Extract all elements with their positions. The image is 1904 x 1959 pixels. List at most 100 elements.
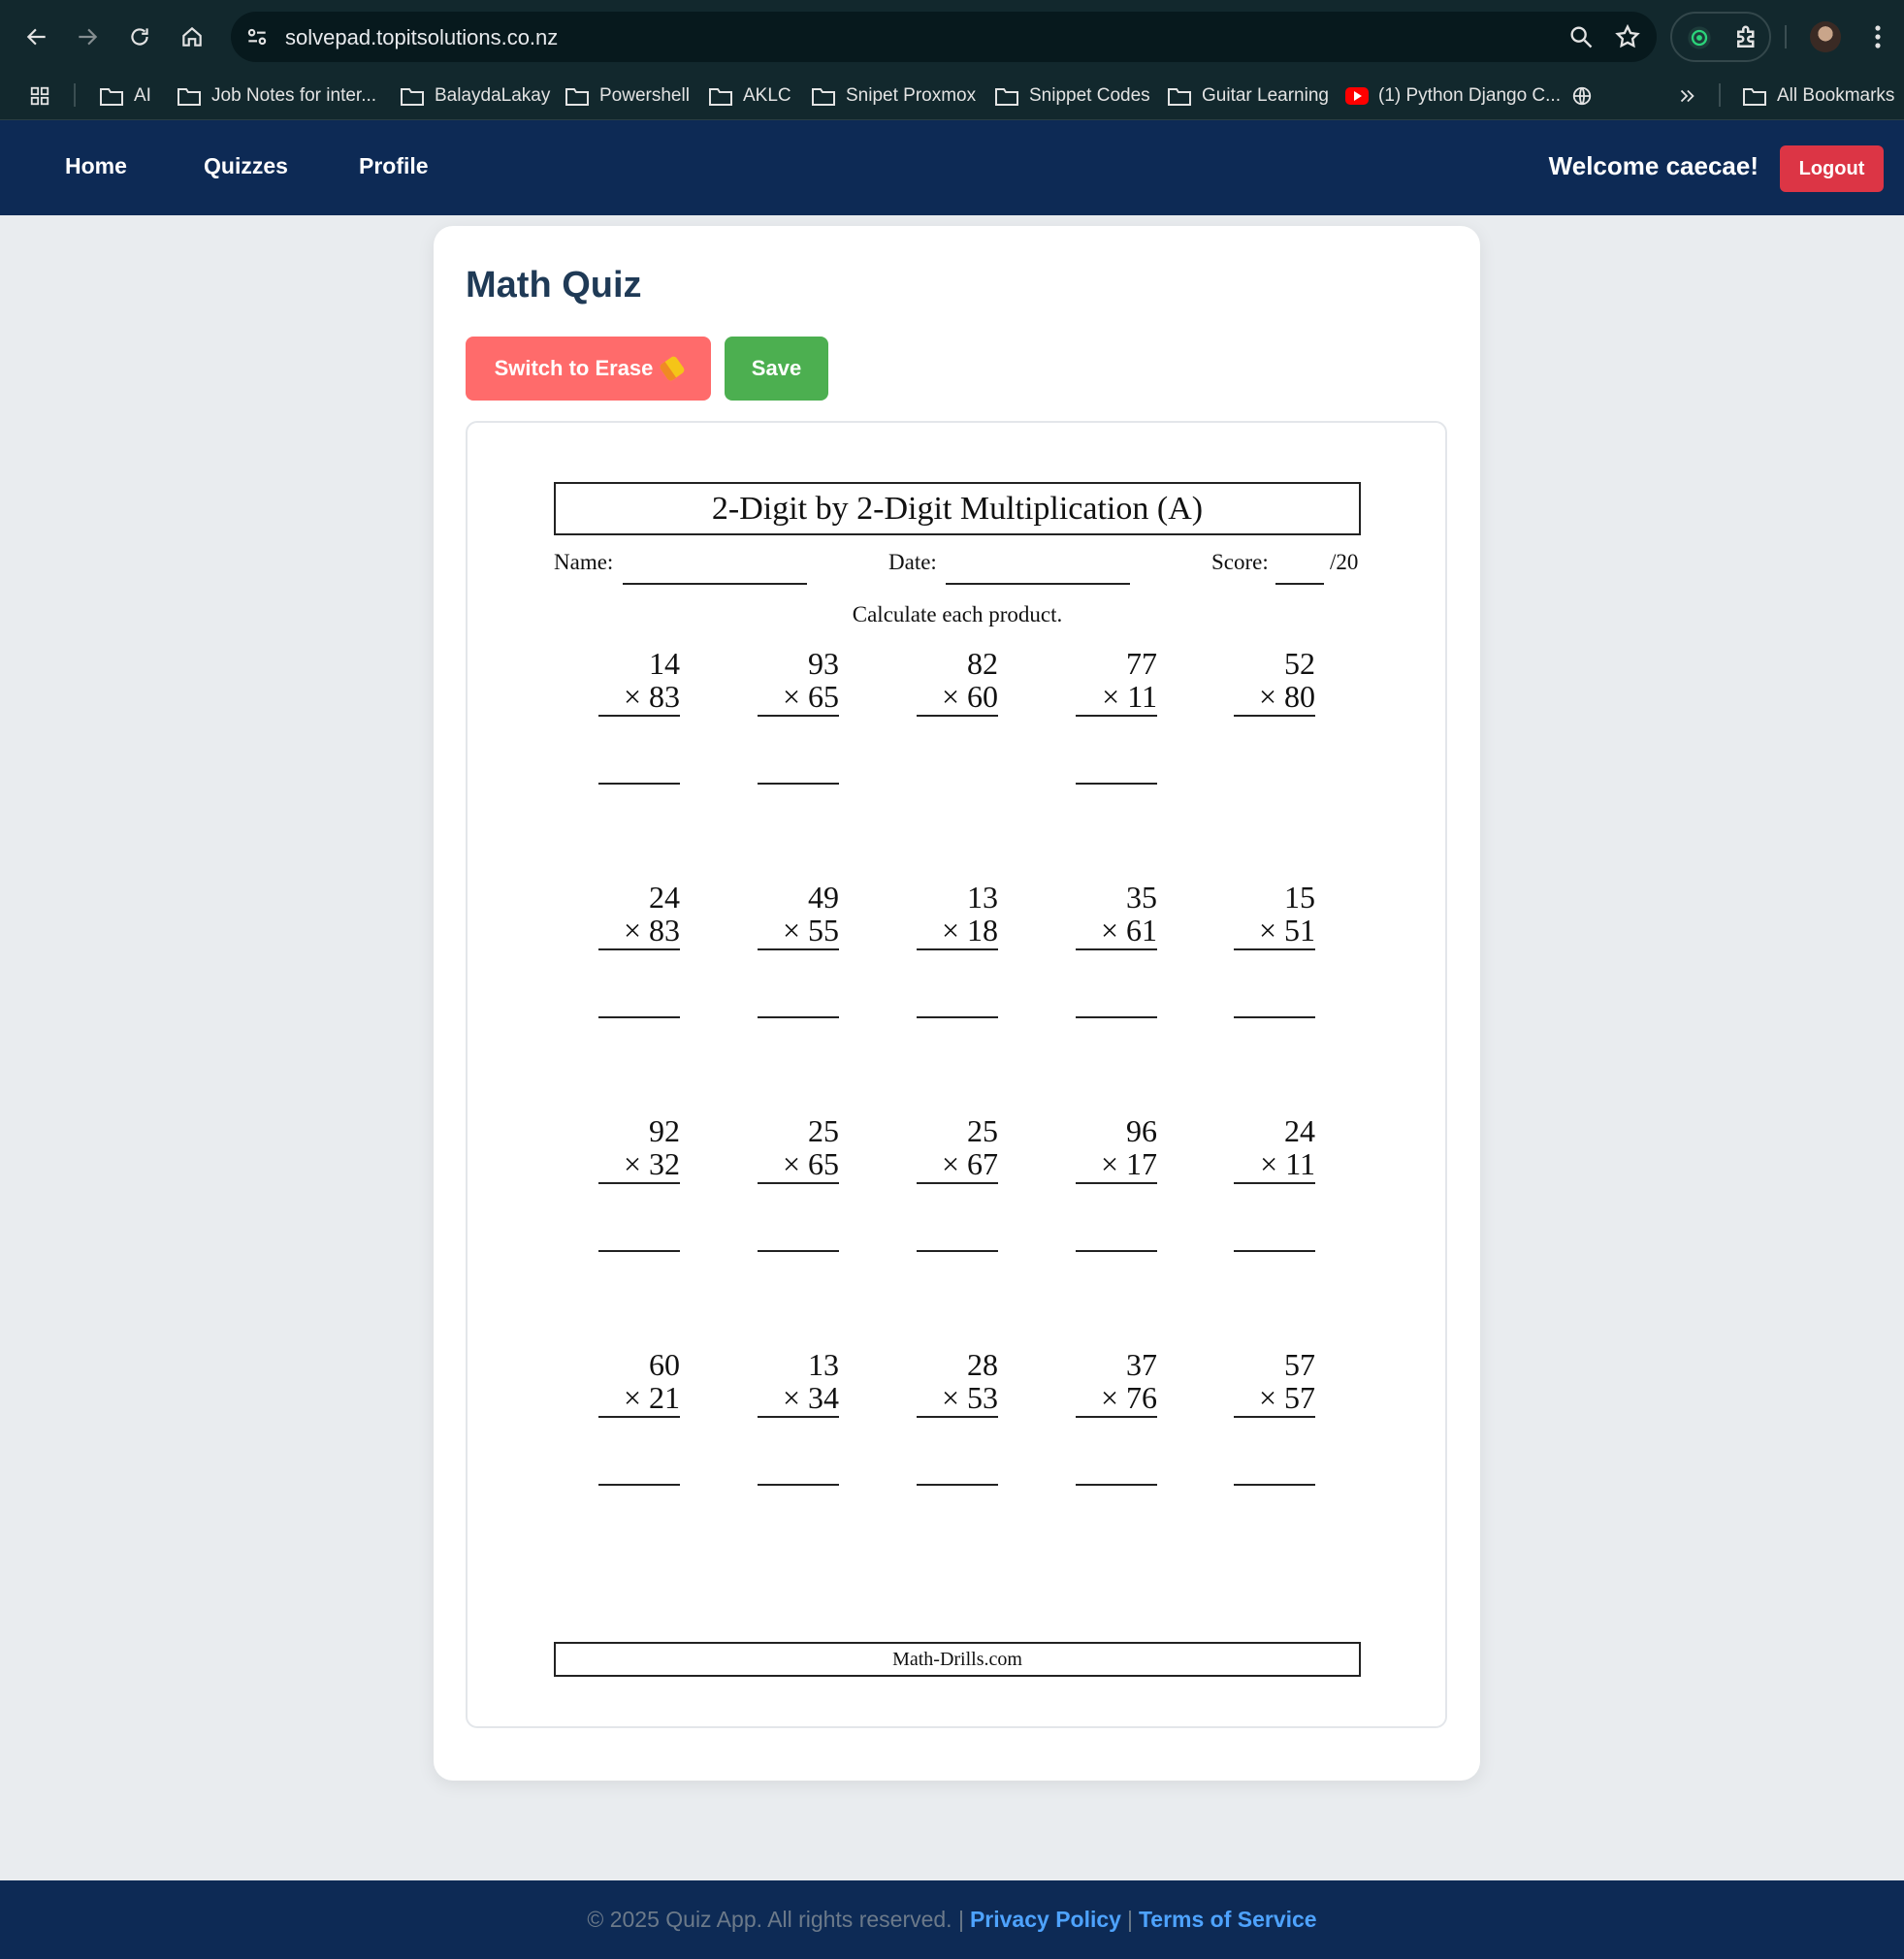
forward-icon[interactable] <box>70 19 105 54</box>
worksheet-footer: Math-Drills.com <box>554 1642 1361 1677</box>
nav-profile-link[interactable]: Profile <box>359 153 429 179</box>
answer-line[interactable] <box>758 1484 839 1486</box>
problem-r2-c5: 15 × 51 <box>1234 881 1315 950</box>
bookmark-label: Guitar Learning <box>1202 85 1329 106</box>
footer-divider: | <box>1126 1907 1133 1932</box>
profile-avatar[interactable] <box>1810 21 1841 52</box>
bookmark-star-icon[interactable] <box>1614 23 1641 50</box>
name-line <box>623 583 807 585</box>
answer-line[interactable] <box>1234 1484 1315 1486</box>
answer-line[interactable] <box>1076 783 1157 785</box>
bookmark-label: AI <box>134 85 151 106</box>
multiplier: × 21 <box>598 1381 680 1418</box>
answer-line[interactable] <box>1076 1484 1157 1486</box>
problem-r2-c1: 24 × 83 <box>598 881 680 950</box>
multiplier: × 11 <box>1076 680 1157 717</box>
home-icon[interactable] <box>175 19 210 54</box>
multiplier: × 60 <box>917 680 998 717</box>
problem-r4-c2: 13 × 34 <box>758 1348 839 1418</box>
folder-icon <box>1743 88 1766 106</box>
folder-icon <box>100 88 123 106</box>
answer-line[interactable] <box>758 1250 839 1252</box>
answer-line[interactable] <box>598 783 680 785</box>
logout-button[interactable]: Logout <box>1780 145 1884 192</box>
answer-line[interactable] <box>1076 1250 1157 1252</box>
answer-line[interactable] <box>598 1250 680 1252</box>
bookmark-folder-balaydalakay[interactable]: BalaydaLakay <box>400 80 550 112</box>
puzzle-icon[interactable] <box>1732 23 1761 52</box>
multiplicand: 77 <box>1126 646 1157 681</box>
extension-icon[interactable] <box>1686 24 1713 51</box>
bookmark-folder-all-bookmarks[interactable]: All Bookmarks <box>1742 80 1894 112</box>
bookmark-label: Snippet Codes <box>1029 85 1150 106</box>
problem-r4-c4: 37 × 76 <box>1076 1348 1157 1418</box>
multiplicand: 60 <box>649 1347 680 1382</box>
youtube-icon <box>1345 87 1369 105</box>
score-line <box>1275 583 1324 585</box>
answer-line[interactable] <box>1234 1016 1315 1018</box>
multiplicand: 52 <box>1284 646 1315 681</box>
answer-line[interactable] <box>758 1016 839 1018</box>
switch-to-erase-button[interactable]: Switch to Erase <box>466 337 711 401</box>
apps-icon[interactable] <box>27 80 52 112</box>
bookmark-folder-snippet-codes[interactable]: Snippet Codes <box>994 80 1150 112</box>
bookmark-folder-snipet-proxmox[interactable]: Snipet Proxmox <box>811 80 976 112</box>
multiplier: × 83 <box>598 680 680 717</box>
answer-line[interactable] <box>598 1484 680 1486</box>
folder-icon <box>709 88 732 106</box>
privacy-policy-link[interactable]: Privacy Policy <box>970 1907 1121 1933</box>
worksheet-title: 2-Digit by 2-Digit Multiplication (A) <box>554 482 1361 535</box>
answer-line[interactable] <box>917 1484 998 1486</box>
folder-icon <box>1168 88 1191 106</box>
back-icon[interactable] <box>19 19 54 54</box>
more-bookmarks-chevron-icon[interactable] <box>1674 80 1699 112</box>
browser-chrome: solvepad.topitsolutions.co.nz AI Job Not… <box>0 0 1904 120</box>
answer-line[interactable] <box>917 1016 998 1018</box>
worksheet-instruction: Calculate each product. <box>852 602 1063 626</box>
multiplier: × 53 <box>917 1381 998 1418</box>
bookmark-globe[interactable] <box>1569 80 1595 112</box>
bookmark-folder-powershell[interactable]: Powershell <box>565 80 690 112</box>
multiplier: × 55 <box>758 914 839 950</box>
bookmark-folder-aklc[interactable]: AKLC <box>708 80 791 112</box>
answer-line[interactable] <box>1234 1250 1315 1252</box>
answer-line[interactable] <box>758 783 839 785</box>
problem-r2-c2: 49 × 55 <box>758 881 839 950</box>
multiplicand: 92 <box>649 1113 680 1148</box>
multiplicand: 13 <box>808 1347 839 1382</box>
bookmarks-divider <box>74 83 76 107</box>
answer-line[interactable] <box>1076 1016 1157 1018</box>
address-bar[interactable]: solvepad.topitsolutions.co.nz <box>231 12 1657 62</box>
bookmark-label: (1) Python Django C... <box>1378 85 1561 106</box>
site-footer: © 2025 Quiz App. All rights reserved. | … <box>0 1880 1904 1959</box>
terms-of-service-link[interactable]: Terms of Service <box>1139 1907 1317 1933</box>
problem-r1-c2: 93 × 65 <box>758 647 839 717</box>
answer-line[interactable] <box>598 1016 680 1018</box>
folder-icon <box>995 88 1018 106</box>
erase-button-label: Switch to Erase <box>494 356 654 380</box>
bookmark-folder-guitar-learning[interactable]: Guitar Learning <box>1167 80 1329 112</box>
date-line <box>946 583 1130 585</box>
nav-home-link[interactable]: Home <box>65 153 127 179</box>
url-text[interactable]: solvepad.topitsolutions.co.nz <box>285 25 558 50</box>
multiplier: × 57 <box>1234 1381 1315 1418</box>
reload-icon[interactable] <box>122 19 157 54</box>
browser-toolbar: solvepad.topitsolutions.co.nz <box>0 0 1904 74</box>
bookmark-folder-job-notes[interactable]: Job Notes for inter... <box>177 80 376 112</box>
name-label: Name: <box>554 550 614 574</box>
multiplier: × 61 <box>1076 914 1157 950</box>
site-info-icon[interactable] <box>244 24 270 49</box>
bookmark-folder-ai[interactable]: AI <box>99 80 151 112</box>
globe-icon <box>1572 86 1592 106</box>
nav-quizzes-link[interactable]: Quizzes <box>204 153 288 179</box>
answer-line[interactable] <box>917 1250 998 1252</box>
multiplier: × 51 <box>1234 914 1315 950</box>
more-menu-icon[interactable] <box>1866 21 1889 52</box>
multiplier: × 18 <box>917 914 998 950</box>
problem-r4-c5: 57 × 57 <box>1234 1348 1315 1418</box>
multiplicand: 96 <box>1126 1113 1157 1148</box>
bookmark-youtube-django[interactable]: (1) Python Django C... <box>1345 80 1561 112</box>
save-button[interactable]: Save <box>725 337 828 401</box>
problem-r4-c1: 60 × 21 <box>598 1348 680 1418</box>
zoom-icon[interactable] <box>1567 23 1595 50</box>
